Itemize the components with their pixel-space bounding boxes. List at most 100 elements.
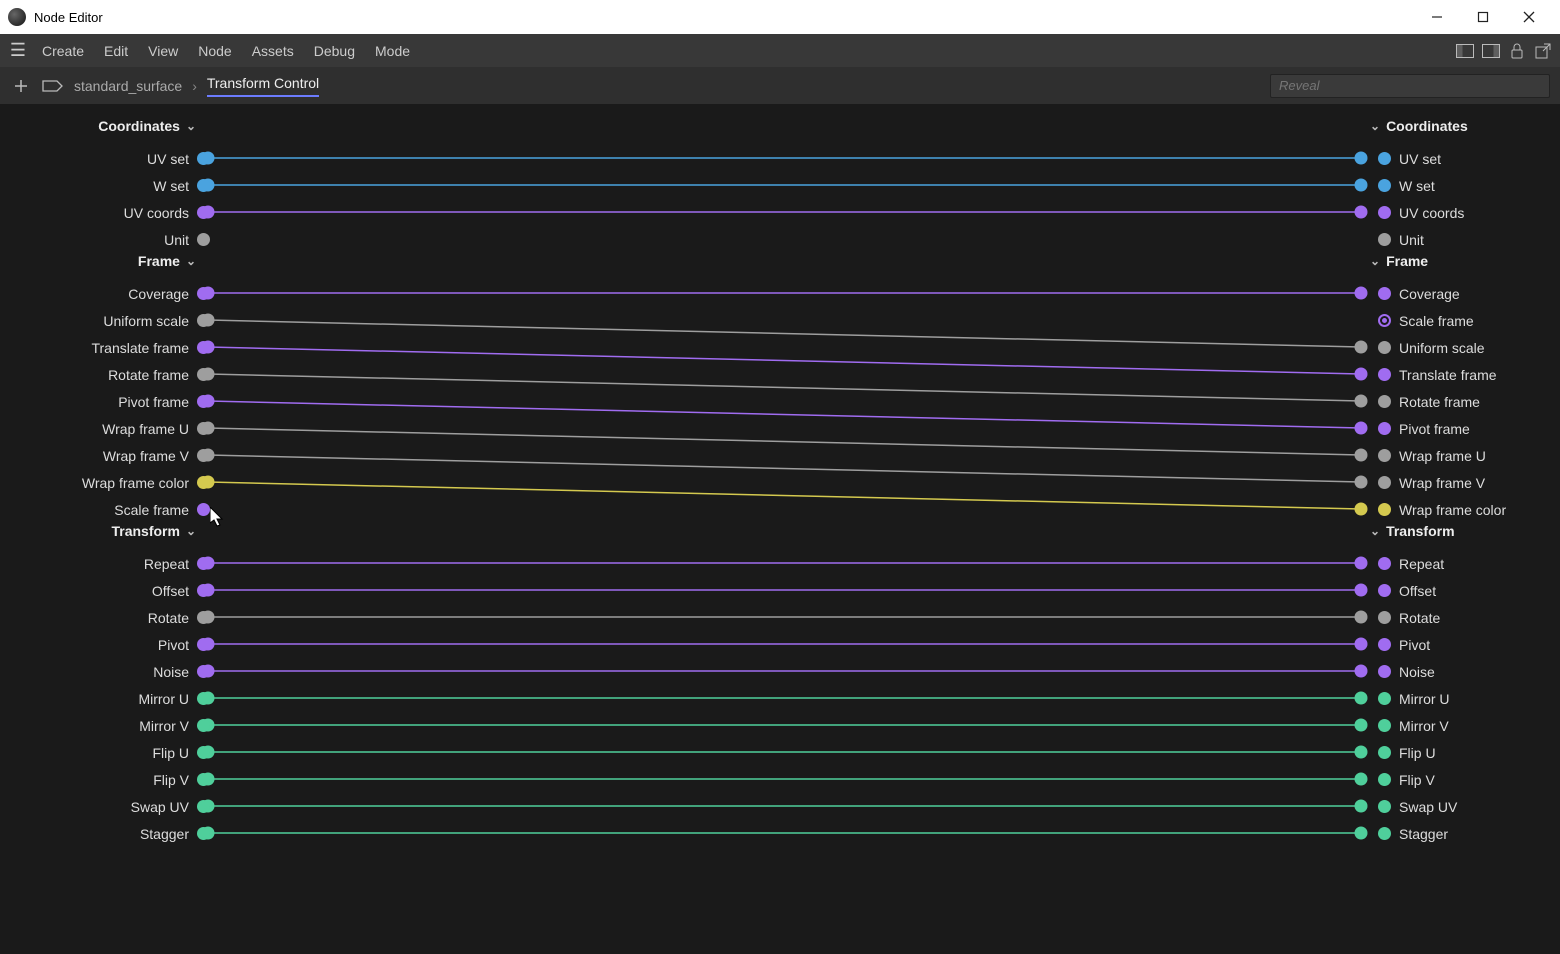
port-dot[interactable]: [1378, 341, 1391, 354]
popout-icon[interactable]: [1532, 42, 1554, 60]
port-label: Coverage: [49, 286, 189, 302]
port-dot[interactable]: [1378, 719, 1391, 732]
chevron-down-icon[interactable]: ⌄: [186, 254, 196, 268]
tag-icon[interactable]: [42, 75, 64, 97]
port-dot[interactable]: [197, 449, 210, 462]
port-dot[interactable]: [197, 314, 210, 327]
port-dot[interactable]: [1378, 503, 1391, 516]
port-dot[interactable]: [197, 611, 210, 624]
menu-mode[interactable]: Mode: [365, 39, 420, 63]
port-dot[interactable]: [197, 341, 210, 354]
port-dot[interactable]: [197, 152, 210, 165]
group-header[interactable]: Transform⌄: [111, 523, 196, 539]
port-row: Mirror V: [49, 712, 210, 739]
port-label: Wrap frame V: [49, 448, 189, 464]
port-dot[interactable]: [1378, 746, 1391, 759]
port-row: Scale frame: [1378, 307, 1474, 334]
lock-icon[interactable]: [1506, 42, 1528, 60]
port-dot[interactable]: [1378, 800, 1391, 813]
port-dot[interactable]: [1378, 233, 1391, 246]
chevron-down-icon[interactable]: ⌄: [186, 119, 196, 133]
port-dot[interactable]: [197, 638, 210, 651]
port-dot[interactable]: [197, 395, 210, 408]
chevron-down-icon[interactable]: ⌄: [1370, 254, 1380, 268]
port-dot[interactable]: [197, 665, 210, 678]
menu-node[interactable]: Node: [188, 39, 241, 63]
port-label: Pivot: [49, 637, 189, 653]
breadcrumb-active[interactable]: Transform Control: [207, 75, 319, 97]
port-label: Unit: [49, 232, 189, 248]
group-header[interactable]: Coordinates⌄: [98, 118, 196, 134]
port-dot[interactable]: [1378, 314, 1391, 327]
port-dot[interactable]: [1378, 179, 1391, 192]
port-row: Rotate frame: [1378, 388, 1480, 415]
group-header[interactable]: ⌄Frame: [1370, 253, 1428, 269]
port-dot[interactable]: [197, 746, 210, 759]
hamburger-icon[interactable]: ☰: [6, 40, 30, 61]
port-dot[interactable]: [197, 179, 210, 192]
port-dot[interactable]: [197, 827, 210, 840]
port-dot[interactable]: [197, 557, 210, 570]
group-header[interactable]: ⌄Transform: [1370, 523, 1455, 539]
port-dot[interactable]: [197, 692, 210, 705]
port-label: Flip V: [1399, 772, 1435, 788]
port-dot[interactable]: [1378, 611, 1391, 624]
port-dot[interactable]: [197, 368, 210, 381]
port-label: Flip V: [49, 772, 189, 788]
node-graph-area[interactable]: Coordinates⌄UV setW setUV coordsUnitFram…: [0, 104, 1560, 954]
chevron-down-icon[interactable]: ⌄: [186, 524, 196, 538]
port-dot[interactable]: [1378, 287, 1391, 300]
menu-debug[interactable]: Debug: [304, 39, 365, 63]
panel-left-icon[interactable]: [1454, 42, 1476, 60]
minimize-button[interactable]: [1414, 0, 1460, 34]
port-dot[interactable]: [1378, 584, 1391, 597]
port-row: Flip U: [1378, 739, 1436, 766]
port-dot[interactable]: [1378, 395, 1391, 408]
maximize-button[interactable]: [1460, 0, 1506, 34]
port-dot[interactable]: [1378, 152, 1391, 165]
port-dot[interactable]: [1378, 665, 1391, 678]
port-dot[interactable]: [1378, 422, 1391, 435]
port-dot[interactable]: [197, 584, 210, 597]
port-dot[interactable]: [1378, 449, 1391, 462]
port-dot[interactable]: [197, 422, 210, 435]
port-label: Rotate: [49, 610, 189, 626]
port-dot[interactable]: [1378, 692, 1391, 705]
port-dot[interactable]: [197, 476, 210, 489]
port-row: Noise: [1378, 658, 1435, 685]
port-dot[interactable]: [1378, 557, 1391, 570]
port-label: Translate frame: [1399, 367, 1497, 383]
port-row: UV coords: [1378, 199, 1464, 226]
breadcrumb-root[interactable]: standard_surface: [74, 78, 182, 94]
port-dot[interactable]: [1378, 638, 1391, 651]
port-dot[interactable]: [1378, 206, 1391, 219]
port-dot[interactable]: [197, 719, 210, 732]
port-row: Coverage: [49, 280, 210, 307]
port-dot[interactable]: [197, 287, 210, 300]
menu-edit[interactable]: Edit: [94, 39, 138, 63]
port-label: Noise: [1399, 664, 1435, 680]
chevron-down-icon[interactable]: ⌄: [1370, 524, 1380, 538]
menu-assets[interactable]: Assets: [242, 39, 304, 63]
port-dot[interactable]: [197, 206, 210, 219]
group-header[interactable]: ⌄Coordinates: [1370, 118, 1468, 134]
port-dot[interactable]: [197, 503, 210, 516]
port-row: Flip V: [49, 766, 210, 793]
port-dot[interactable]: [1378, 827, 1391, 840]
port-dot[interactable]: [1378, 773, 1391, 786]
close-button[interactable]: [1506, 0, 1552, 34]
port-dot[interactable]: [1378, 368, 1391, 381]
add-icon[interactable]: [10, 75, 32, 97]
port-dot[interactable]: [1378, 476, 1391, 489]
chevron-down-icon[interactable]: ⌄: [1370, 119, 1380, 133]
panel-right-icon[interactable]: [1480, 42, 1502, 60]
port-label: Rotate frame: [49, 367, 189, 383]
port-dot[interactable]: [197, 233, 210, 246]
port-dot[interactable]: [197, 773, 210, 786]
port-label: Repeat: [49, 556, 189, 572]
menu-view[interactable]: View: [138, 39, 188, 63]
search-input[interactable]: [1270, 74, 1550, 98]
port-dot[interactable]: [197, 800, 210, 813]
menu-create[interactable]: Create: [32, 39, 94, 63]
group-header[interactable]: Frame⌄: [138, 253, 196, 269]
